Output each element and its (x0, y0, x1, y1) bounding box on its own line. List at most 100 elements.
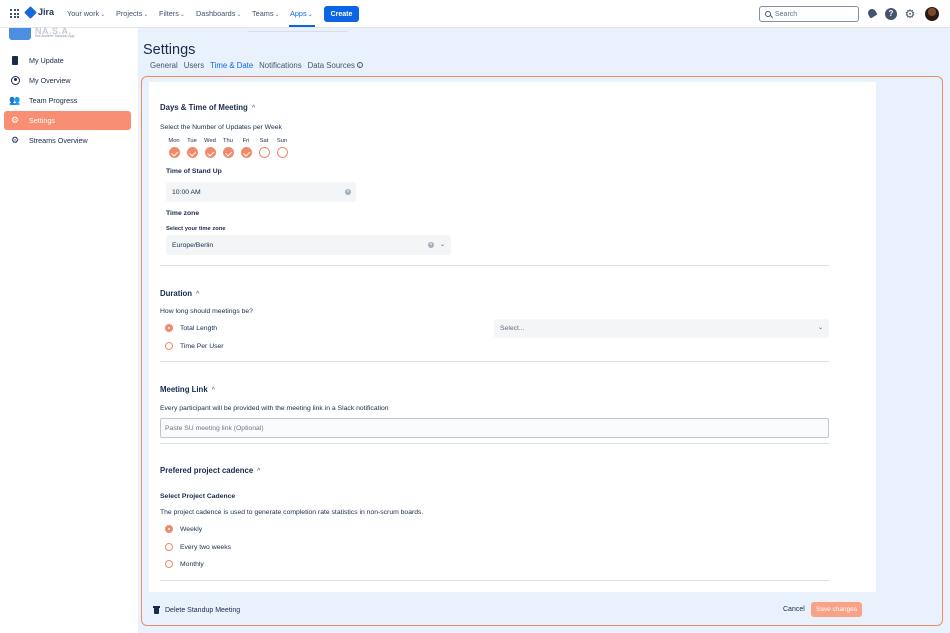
nav-dashboards[interactable]: Dashboards⌄ (196, 9, 241, 18)
gear-icon: ⚙ (10, 135, 20, 145)
sidebar-item-team-progress[interactable]: 👥 Team Progress (4, 91, 131, 110)
jira-logo-icon (24, 5, 37, 19)
section-project-cadence[interactable]: Prefered project cadence ^ (160, 466, 260, 475)
checkbox-unchecked-icon (276, 147, 288, 158)
timezone-select[interactable]: Europe/Berlin × ⌄ (166, 235, 451, 255)
standup-time-label: Time of Stand Up (166, 168, 222, 175)
search-input[interactable]: Search (759, 6, 859, 22)
nav-projects[interactable]: Projects⌄ (116, 9, 148, 18)
app-switcher-icon[interactable] (10, 9, 19, 18)
create-button[interactable]: Create (324, 6, 359, 22)
settings-icon[interactable]: ⚙ (904, 8, 916, 20)
radio-weekly[interactable]: Weekly (165, 525, 202, 533)
chevron-down-icon: ⌄ (236, 12, 242, 18)
day-sun[interactable]: Sun (276, 138, 288, 158)
active-nav-indicator (289, 25, 315, 27)
day-wed[interactable]: Wed (204, 138, 216, 158)
chevron-down-icon: ⌄ (274, 12, 280, 18)
chevron-down-icon: ⌄ (100, 12, 106, 18)
notifications-icon[interactable] (866, 8, 878, 20)
checkbox-unchecked-icon (258, 147, 270, 158)
checkbox-checked-icon (240, 147, 252, 158)
section-days-time[interactable]: Days & Time of Meeting ^ (160, 103, 255, 112)
section-duration[interactable]: Duration ^ (160, 289, 199, 298)
cadence-description: The project cadence is used to generate … (160, 509, 424, 516)
delete-standup-button[interactable]: Delete Standup Meeting (153, 606, 240, 614)
duration-question: How long should meetings be? (160, 308, 253, 315)
duration-select[interactable]: Select... ⌄ (494, 319, 829, 338)
radio-selected-icon (165, 324, 173, 332)
meeting-link-description: Every participant will be provided with … (160, 405, 389, 412)
tab-time-date[interactable]: Time & Date (210, 61, 253, 70)
cancel-button[interactable]: Cancel (783, 606, 805, 613)
checkbox-checked-icon (186, 147, 198, 158)
day-tue[interactable]: Tue (186, 138, 198, 158)
day-fri[interactable]: Fri (240, 138, 252, 158)
radio-selected-icon (165, 525, 173, 533)
settings-tabs: General Users Time & Date Notifications … (150, 61, 363, 70)
divider (160, 443, 830, 444)
tab-notifications[interactable]: Notifications (259, 61, 301, 70)
meeting-link-input[interactable]: Paste SU meeting link (Optional) (160, 418, 829, 438)
radio-monthly[interactable]: Monthly (165, 560, 204, 568)
chevron-up-icon: ^ (257, 468, 261, 475)
search-placeholder: Search (775, 10, 798, 18)
top-navigation: Jira Your work⌄ Projects⌄ Filters⌄ Dashb… (0, 0, 950, 28)
tab-data-sources[interactable]: Data Sources i (308, 61, 363, 70)
tab-general[interactable]: General (150, 61, 178, 70)
timezone-label: Time zone (166, 210, 200, 217)
save-changes-button[interactable]: Save changes (811, 602, 862, 617)
sidebar-item-label: Team Progress (29, 96, 78, 105)
jira-logo[interactable]: Jira (24, 5, 55, 19)
day-mon[interactable]: Mon (168, 138, 180, 158)
divider (160, 265, 830, 266)
chevron-up-icon: ^ (211, 387, 215, 394)
radio-unselected-icon (165, 342, 173, 350)
chevron-up-icon: ^ (196, 291, 200, 298)
nav-your-work[interactable]: Your work⌄ (67, 9, 105, 18)
sidebar-item-settings[interactable]: ⚙ Settings (4, 111, 131, 130)
chevron-down-icon: ⌄ (143, 12, 149, 18)
standup-time-field[interactable]: 10:00 AM × (166, 182, 356, 202)
sidebar-item-label: Settings (29, 116, 55, 125)
chevron-down-icon[interactable]: ⌄ (440, 241, 445, 248)
gear-icon: ⚙ (10, 115, 20, 125)
search-icon (765, 11, 771, 17)
day-thu[interactable]: Thu (222, 138, 234, 158)
help-icon[interactable]: ? (885, 8, 897, 20)
checkbox-checked-icon (204, 147, 216, 158)
timezone-field-label: Select your time zone (166, 226, 226, 232)
user-circle-icon (10, 76, 20, 86)
section-meeting-link[interactable]: Meeting Link ^ (160, 385, 215, 394)
radio-unselected-icon (165, 543, 173, 551)
chevron-down-icon: ⌄ (179, 12, 185, 18)
radio-time-per-user[interactable]: Time Per User (165, 342, 224, 350)
sidebar-item-streams-overview[interactable]: ⚙ Streams Overview (4, 131, 131, 150)
divider (160, 580, 830, 581)
nav-teams[interactable]: Teams⌄ (252, 9, 280, 18)
weekday-selector: Mon Tue Wed Thu Fri Sat Sun (168, 138, 288, 158)
main-content: Settings General Users Time & Date Notif… (138, 28, 950, 633)
sidebar-item-my-overview[interactable]: My Overview (4, 71, 131, 90)
sidebar-item-label: My Update (29, 56, 64, 65)
cadence-label: Select Project Cadence (160, 493, 236, 500)
nav-filters[interactable]: Filters⌄ (159, 9, 185, 18)
app-logo[interactable]: NA.S.A. Not Another Standup App (9, 26, 99, 42)
nav-apps[interactable]: Apps⌄ (290, 9, 313, 18)
settings-card: Days & Time of Meeting ^ Select the Numbe… (149, 82, 876, 592)
checkbox-checked-icon (222, 147, 234, 158)
chevron-up-icon: ^ (251, 105, 256, 112)
radio-unselected-icon (165, 560, 173, 568)
day-sat[interactable]: Sat (258, 138, 270, 158)
tab-users[interactable]: Users (184, 61, 204, 70)
clear-icon[interactable]: × (345, 189, 351, 195)
avatar[interactable] (925, 7, 939, 21)
jira-brand-name: Jira (38, 7, 55, 17)
app-tagline: Not Another Standup App (35, 34, 75, 38)
radio-total-length[interactable]: Total Length (165, 324, 217, 332)
radio-every-two-weeks[interactable]: Every two weeks (165, 543, 231, 551)
updates-per-week-label: Select the Number of Updates per Week (160, 124, 282, 131)
phone-icon (10, 56, 20, 66)
sidebar-item-my-update[interactable]: My Update (4, 51, 131, 70)
clear-icon[interactable]: × (428, 242, 434, 248)
